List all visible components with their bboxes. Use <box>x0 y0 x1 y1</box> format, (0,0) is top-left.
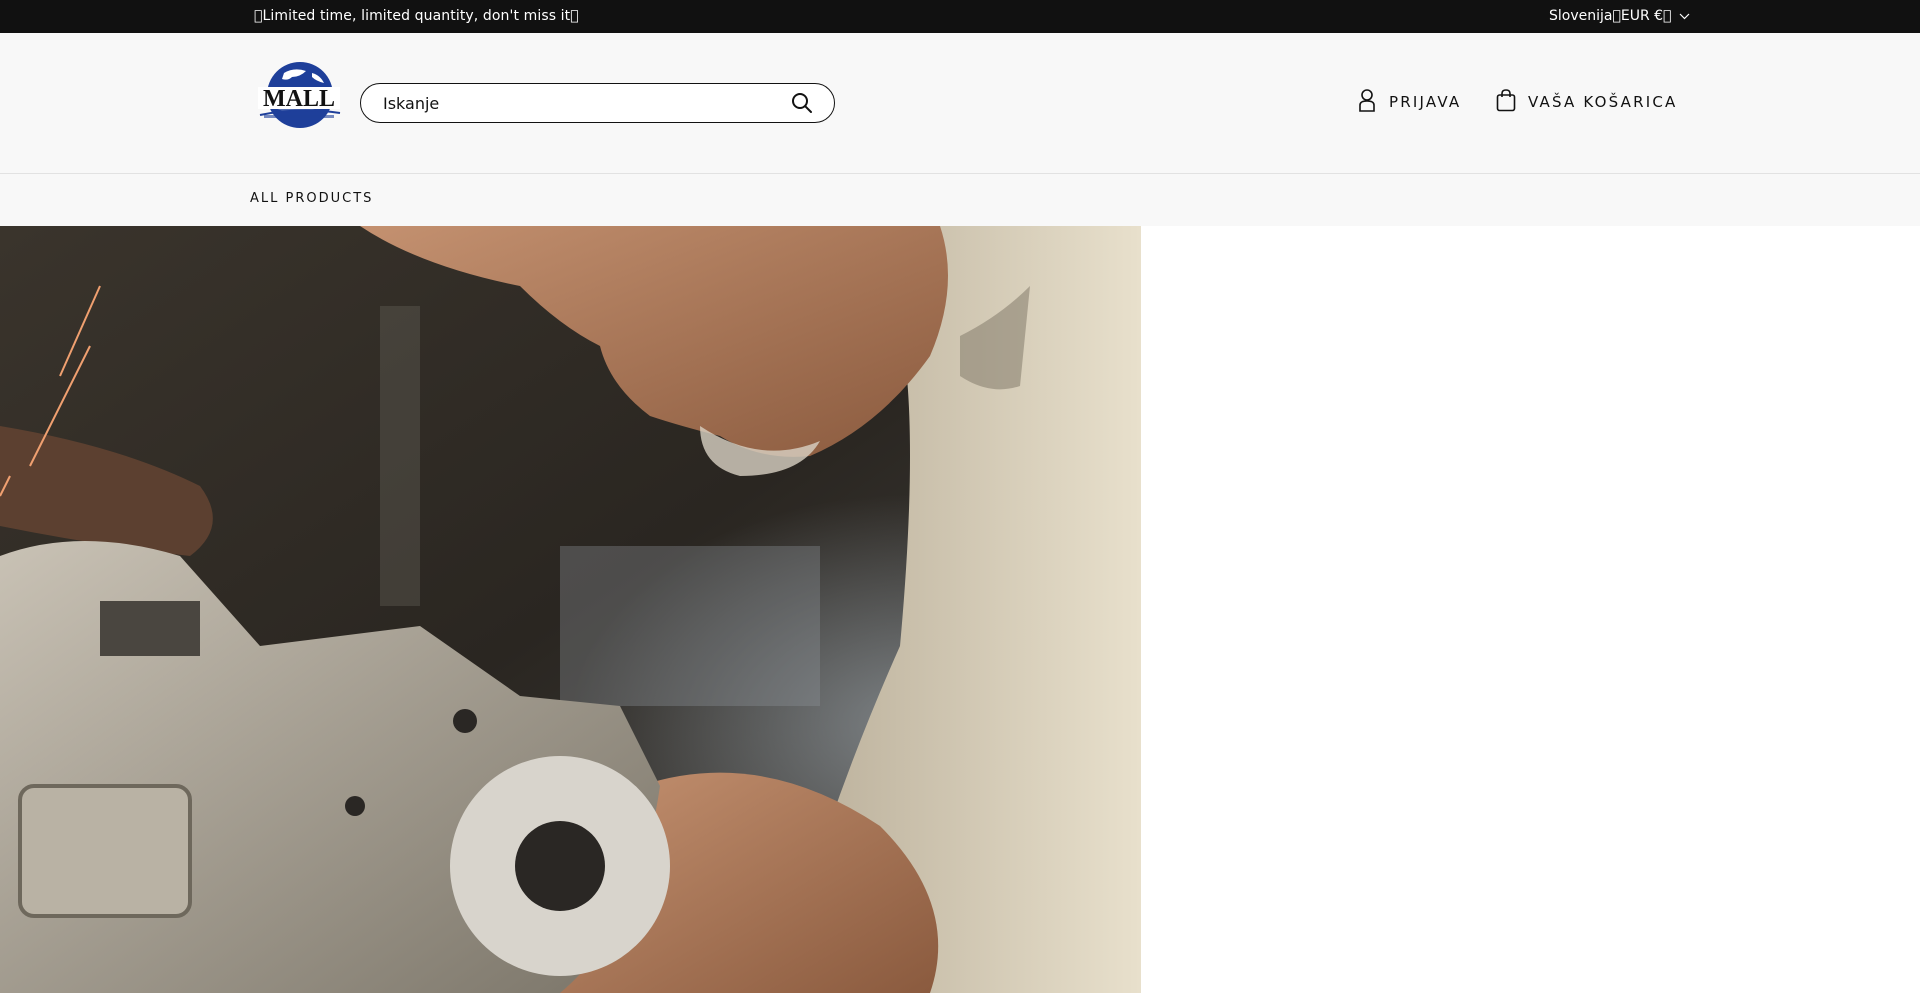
main-navigation: ALL PRODUCTS <box>0 174 1920 226</box>
hero-image <box>0 226 1141 993</box>
country-currency-selector[interactable]: Slovenija EUR €  <box>1549 8 1690 24</box>
announcement-bar:  Limited time, limited quantity, don't m… <box>0 0 1920 33</box>
site-header: MALL PRIJAVA VAŠA KOŠ <box>0 33 1920 174</box>
svg-text:MALL: MALL <box>263 86 335 112</box>
mall-logo[interactable]: MALL <box>254 59 344 133</box>
search-bar <box>360 83 835 123</box>
search-input[interactable] <box>383 93 790 113</box>
login-link[interactable]: PRIJAVA <box>1357 87 1461 117</box>
announcement-text:  Limited time, limited quantity, don't m… <box>254 8 579 24</box>
chevron-down-icon <box>1675 8 1690 24</box>
cart-label: VAŠA KOŠARICA <box>1528 93 1678 111</box>
login-label: PRIJAVA <box>1389 93 1462 111</box>
user-icon <box>1357 88 1377 116</box>
hero-content-area <box>1141 226 1920 993</box>
cart-link[interactable]: VAŠA KOŠARICA <box>1496 87 1677 117</box>
search-icon[interactable] <box>790 91 814 115</box>
shopping-bag-icon <box>1496 88 1516 116</box>
nav-item-all-products[interactable]: ALL PRODUCTS <box>250 191 373 206</box>
locale-label: Slovenija EUR €  <box>1549 8 1672 24</box>
